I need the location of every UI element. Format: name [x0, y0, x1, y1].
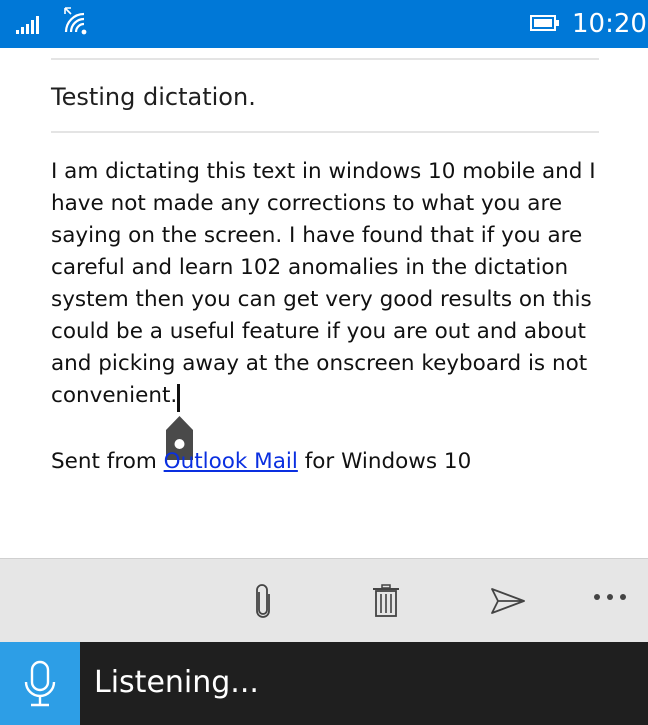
divider [51, 58, 599, 60]
app-bar [0, 558, 648, 642]
status-bar: 10:20 [0, 0, 648, 48]
clock: 10:20 [572, 9, 647, 39]
attach-button[interactable] [241, 579, 285, 623]
signature-prefix: Sent from [51, 449, 164, 474]
more-button[interactable] [588, 575, 632, 619]
battery-icon [530, 15, 559, 31]
signature-suffix: for Windows 10 [297, 449, 472, 474]
dictation-bar: Listening... [0, 642, 648, 725]
signal-icon [16, 16, 39, 34]
signature: Sent from Outlook Mail for Windows 10 [51, 446, 471, 478]
paperclip-icon [256, 584, 270, 618]
more-icon [594, 594, 626, 600]
microphone-icon [24, 660, 56, 706]
send-icon [491, 588, 525, 614]
divider [51, 131, 599, 133]
wifi-icon [64, 7, 87, 35]
outlook-mail-link[interactable]: Outlook Mail [164, 449, 298, 474]
send-button[interactable] [486, 579, 530, 623]
trash-icon [373, 584, 399, 617]
dictation-status: Listening... [94, 665, 259, 700]
text-cursor [177, 384, 180, 412]
microphone-button[interactable] [0, 642, 80, 725]
subject-field[interactable]: Testing dictation. [51, 80, 256, 114]
message-compose-area[interactable]: Testing dictation. I am dictating this t… [0, 48, 648, 558]
message-body[interactable]: I am dictating this text in windows 10 m… [51, 156, 611, 412]
delete-button[interactable] [364, 579, 408, 623]
